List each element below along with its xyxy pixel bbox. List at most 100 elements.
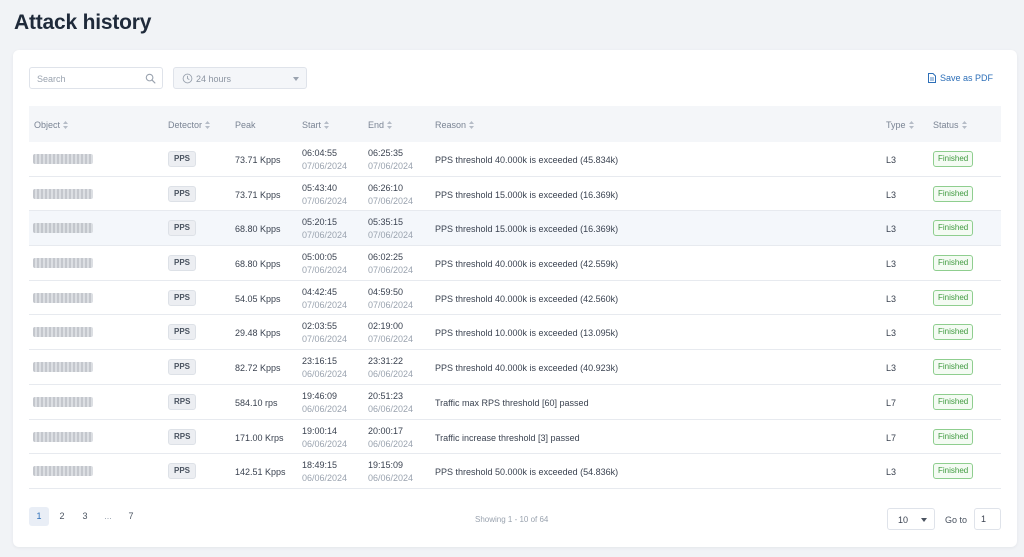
page-button-3[interactable]: 3 — [75, 507, 95, 526]
peak-value: 142.51 Kpps — [235, 467, 286, 478]
start-date: 06/06/2024 — [302, 403, 348, 414]
caret-down-icon — [921, 518, 927, 522]
type-value: L3 — [886, 293, 897, 304]
column-label: End — [368, 120, 385, 130]
start-cell: 18:49:15 06/06/2024 — [302, 460, 347, 484]
reason-text: Traffic max RPS threshold [60] passed — [435, 397, 589, 408]
detector-badge: RPS — [168, 428, 197, 445]
end-cell: 05:35:15 07/06/2024 — [368, 217, 413, 241]
end-date: 06/06/2024 — [368, 438, 414, 449]
page-button-2[interactable]: 2 — [52, 507, 72, 526]
peak-value: 68.80 Kpps — [235, 224, 281, 235]
status-badge: Finished — [933, 359, 974, 376]
end-date: 07/06/2024 — [368, 265, 414, 276]
object-redacted — [33, 466, 93, 477]
table-row[interactable]: PPS 54.05 Kpps 04:42:45 07/06/2024 04:59:50 0… — [29, 280, 1001, 316]
table-row[interactable]: PPS 68.80 Kpps 05:00:05 07/06/2024 06:02:25 0… — [29, 246, 1001, 281]
table-row[interactable]: PPS 142.51 Kpps 18:49:15 06/06/2024 19:15:09… — [29, 454, 1001, 489]
object-redacted — [33, 188, 93, 199]
reason-text: Traffic increase threshold [3] passed — [435, 432, 580, 443]
start-time: 05:20:15 — [302, 217, 338, 228]
page-button-1[interactable]: 1 — [29, 507, 49, 526]
pagination: 1 2 3... 7 — [29, 507, 141, 526]
column-label: Reason — [435, 120, 467, 130]
goto-page-input[interactable] — [974, 508, 1001, 530]
column-label: Status — [933, 120, 959, 130]
object-redacted — [33, 362, 93, 373]
start-cell: 05:00:05 07/06/2024 — [302, 252, 347, 276]
start-date: 06/06/2024 — [302, 473, 348, 484]
column-header-end[interactable]: End — [368, 120, 393, 130]
detector-badge: PPS — [168, 151, 197, 167]
save-as-pdf-label: Save as PDF — [939, 73, 993, 83]
object-redacted — [33, 431, 93, 442]
start-date: 06/06/2024 — [302, 369, 348, 380]
start-time: 19:00:14 — [302, 425, 338, 436]
end-time: 04:59:50 — [368, 286, 404, 297]
column-header-reason[interactable]: Reason — [435, 120, 475, 130]
reason-text: PPS threshold 15.000k is exceeded (16.36… — [435, 224, 619, 235]
table-row[interactable]: RPS 171.00 Krps 19:00:14 06/06/2024 20:00:17… — [29, 419, 1001, 455]
start-cell: 04:42:45 07/06/2024 — [302, 287, 347, 311]
end-cell: 20:51:23 06/06/2024 — [368, 391, 413, 415]
start-time: 02:03:55 — [302, 321, 338, 332]
column-label: Type — [886, 120, 906, 130]
end-date: 07/06/2024 — [368, 161, 414, 171]
end-cell: 06:02:25 07/06/2024 — [368, 252, 413, 276]
object-redacted — [33, 396, 93, 407]
search-input[interactable] — [37, 72, 137, 85]
search-box[interactable] — [29, 67, 163, 89]
document-icon — [927, 73, 936, 83]
time-range-select[interactable]: 24 hours — [173, 67, 307, 89]
column-header-object[interactable]: Object — [34, 120, 69, 130]
peak-value: 82.72 Kpps — [235, 363, 281, 374]
table-row[interactable]: PPS 29.48 Kpps 02:03:55 07/06/2024 02:19:00 0… — [29, 315, 1001, 351]
start-date: 07/06/2024 — [302, 195, 348, 206]
table-row[interactable]: PPS 68.80 Kpps 05:20:15 07/06/2024 05:35:15 0… — [29, 211, 1001, 247]
start-date: 07/06/2024 — [302, 230, 348, 241]
column-header-detector[interactable]: Detector — [168, 120, 211, 130]
end-time: 19:15:09 — [368, 460, 404, 471]
end-cell: 23:31:22 06/06/2024 — [368, 356, 413, 380]
search-icon[interactable] — [145, 73, 156, 84]
showing-count: Showing 1 - 10 of 64 — [475, 515, 549, 524]
start-date: 07/06/2024 — [302, 265, 348, 276]
status-badge: Finished — [933, 463, 974, 480]
end-cell: 20:00:17 06/06/2024 — [368, 426, 413, 450]
object-redacted — [33, 223, 93, 234]
column-label: Start — [302, 120, 322, 130]
page-title: Attack history — [14, 11, 152, 34]
sort-icon — [961, 121, 967, 129]
table-row[interactable]: RPS 584.10 rps 19:46:09 06/06/2024 20:51:23 0… — [29, 384, 1001, 420]
detector-badge: PPS — [168, 255, 197, 272]
status-badge: Finished — [933, 185, 974, 202]
type-value: L3 — [886, 259, 897, 270]
end-cell: 19:15:09 06/06/2024 — [368, 460, 413, 484]
goto-label: Go to — [945, 515, 968, 525]
type-value: L3 — [886, 189, 897, 200]
detector-badge: PPS — [168, 185, 197, 202]
table-row[interactable]: PPS 82.72 Kpps 23:16:15 06/06/2024 23:31:22 0… — [29, 350, 1001, 385]
reason-text: PPS threshold 40.000k is exceeded (42.56… — [435, 293, 619, 304]
save-as-pdf-button[interactable]: Save as PDF — [927, 72, 993, 84]
start-cell: 05:43:40 07/06/2024 — [302, 183, 347, 207]
column-header-start[interactable]: Start — [302, 120, 330, 130]
peak-value: 73.71 Kpps — [235, 155, 281, 165]
end-cell: 06:25:35 07/06/2024 — [368, 148, 413, 172]
table-row[interactable]: PPS 73.71 Kpps 06:04:55 07/06/2024 06:25:35 0… — [29, 142, 1001, 177]
end-time: 20:00:17 — [368, 425, 404, 436]
status-badge: Finished — [933, 428, 974, 445]
column-header-type[interactable]: Type — [886, 120, 914, 130]
end-date: 06/06/2024 — [368, 369, 414, 380]
reason-text: PPS threshold 40.000k is exceeded (42.55… — [435, 259, 619, 270]
start-cell: 02:03:55 07/06/2024 — [302, 321, 347, 345]
reason-text: PPS threshold 40.000k is exceeded (45.83… — [435, 155, 619, 165]
status-badge: Finished — [933, 151, 974, 167]
column-label: Detector — [168, 120, 203, 130]
column-header-status[interactable]: Status — [933, 120, 967, 130]
per-page-select[interactable]: 10 — [887, 508, 935, 530]
table-row[interactable]: PPS 73.71 Kpps 05:43:40 07/06/2024 06:26:10 0… — [29, 176, 1001, 212]
detector-badge: PPS — [168, 324, 197, 341]
page-button-7[interactable]: 7 — [121, 507, 141, 526]
detector-badge: RPS — [168, 393, 197, 410]
